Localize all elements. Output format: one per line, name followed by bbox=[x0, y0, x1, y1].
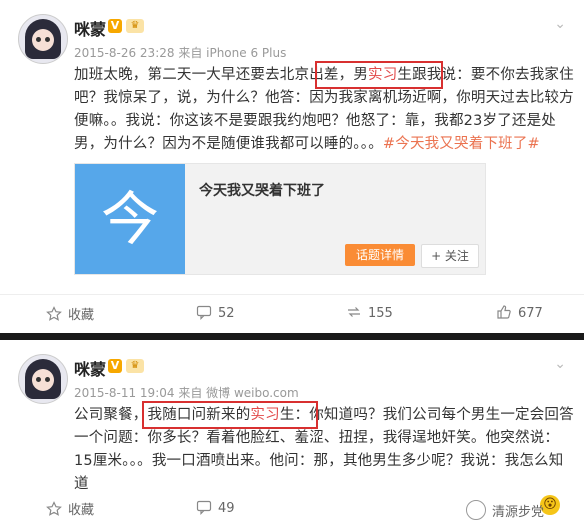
red-highlight-box bbox=[142, 401, 318, 429]
member-crown-icon: ♛ bbox=[126, 359, 144, 373]
wechat-icon bbox=[465, 500, 486, 520]
repost-icon bbox=[348, 307, 360, 317]
red-highlight-box bbox=[315, 61, 443, 89]
author-name[interactable]: 咪蒙 bbox=[74, 16, 106, 40]
post-meta: 2015-8-26 23:28 来自 iPhone 6 Plus bbox=[74, 46, 287, 60]
avatar[interactable] bbox=[18, 14, 68, 64]
member-crown-icon: ♛ bbox=[126, 19, 144, 33]
repost-button[interactable]: 155 bbox=[346, 304, 393, 321]
watermark: 清源步党 bbox=[465, 500, 544, 520]
topic-card[interactable]: 今 今天我又哭着下班了 话题详情 + 关注 bbox=[74, 163, 486, 275]
verified-badge: V bbox=[108, 359, 122, 373]
comment-icon bbox=[196, 500, 212, 515]
comment-button[interactable]: 49 bbox=[196, 499, 235, 516]
collect-button[interactable]: 收藏 bbox=[46, 499, 94, 518]
comment-button[interactable]: 52 bbox=[196, 304, 235, 321]
post-meta: 2015-8-11 19:04 来自 微博 weibo.com bbox=[74, 386, 299, 400]
author-name[interactable]: 咪蒙 bbox=[74, 356, 106, 380]
action-bar: 收藏 52 155 677 bbox=[0, 294, 584, 333]
topic-detail-button[interactable]: 话题详情 bbox=[345, 244, 415, 266]
screenshot-separator bbox=[0, 333, 584, 340]
topic-thumbnail: 今 bbox=[75, 164, 185, 274]
topic-link[interactable]: #今天我又哭着下班了# bbox=[383, 136, 540, 152]
avatar[interactable] bbox=[18, 354, 68, 404]
collect-button[interactable]: 收藏 bbox=[46, 304, 94, 323]
weibo-post-1: 咪蒙 V ♛ 2015-8-26 23:28 来自 iPhone 6 Plus … bbox=[0, 0, 584, 333]
verified-badge: V bbox=[108, 19, 122, 33]
star-icon bbox=[46, 501, 62, 516]
topic-card-title: 今天我又哭着下班了 bbox=[199, 183, 325, 199]
follow-button[interactable]: + 关注 bbox=[421, 244, 479, 268]
like-button[interactable]: 677 bbox=[496, 304, 543, 321]
weibo-post-2: 咪蒙 V ♛ 2015-8-11 19:04 来自 微博 weibo.com ⌄… bbox=[0, 340, 584, 528]
chevron-down-icon[interactable]: ⌄ bbox=[554, 356, 566, 372]
like-icon bbox=[497, 305, 511, 319]
comment-icon bbox=[196, 305, 212, 320]
star-icon bbox=[46, 306, 62, 321]
chevron-down-icon[interactable]: ⌄ bbox=[554, 16, 566, 32]
